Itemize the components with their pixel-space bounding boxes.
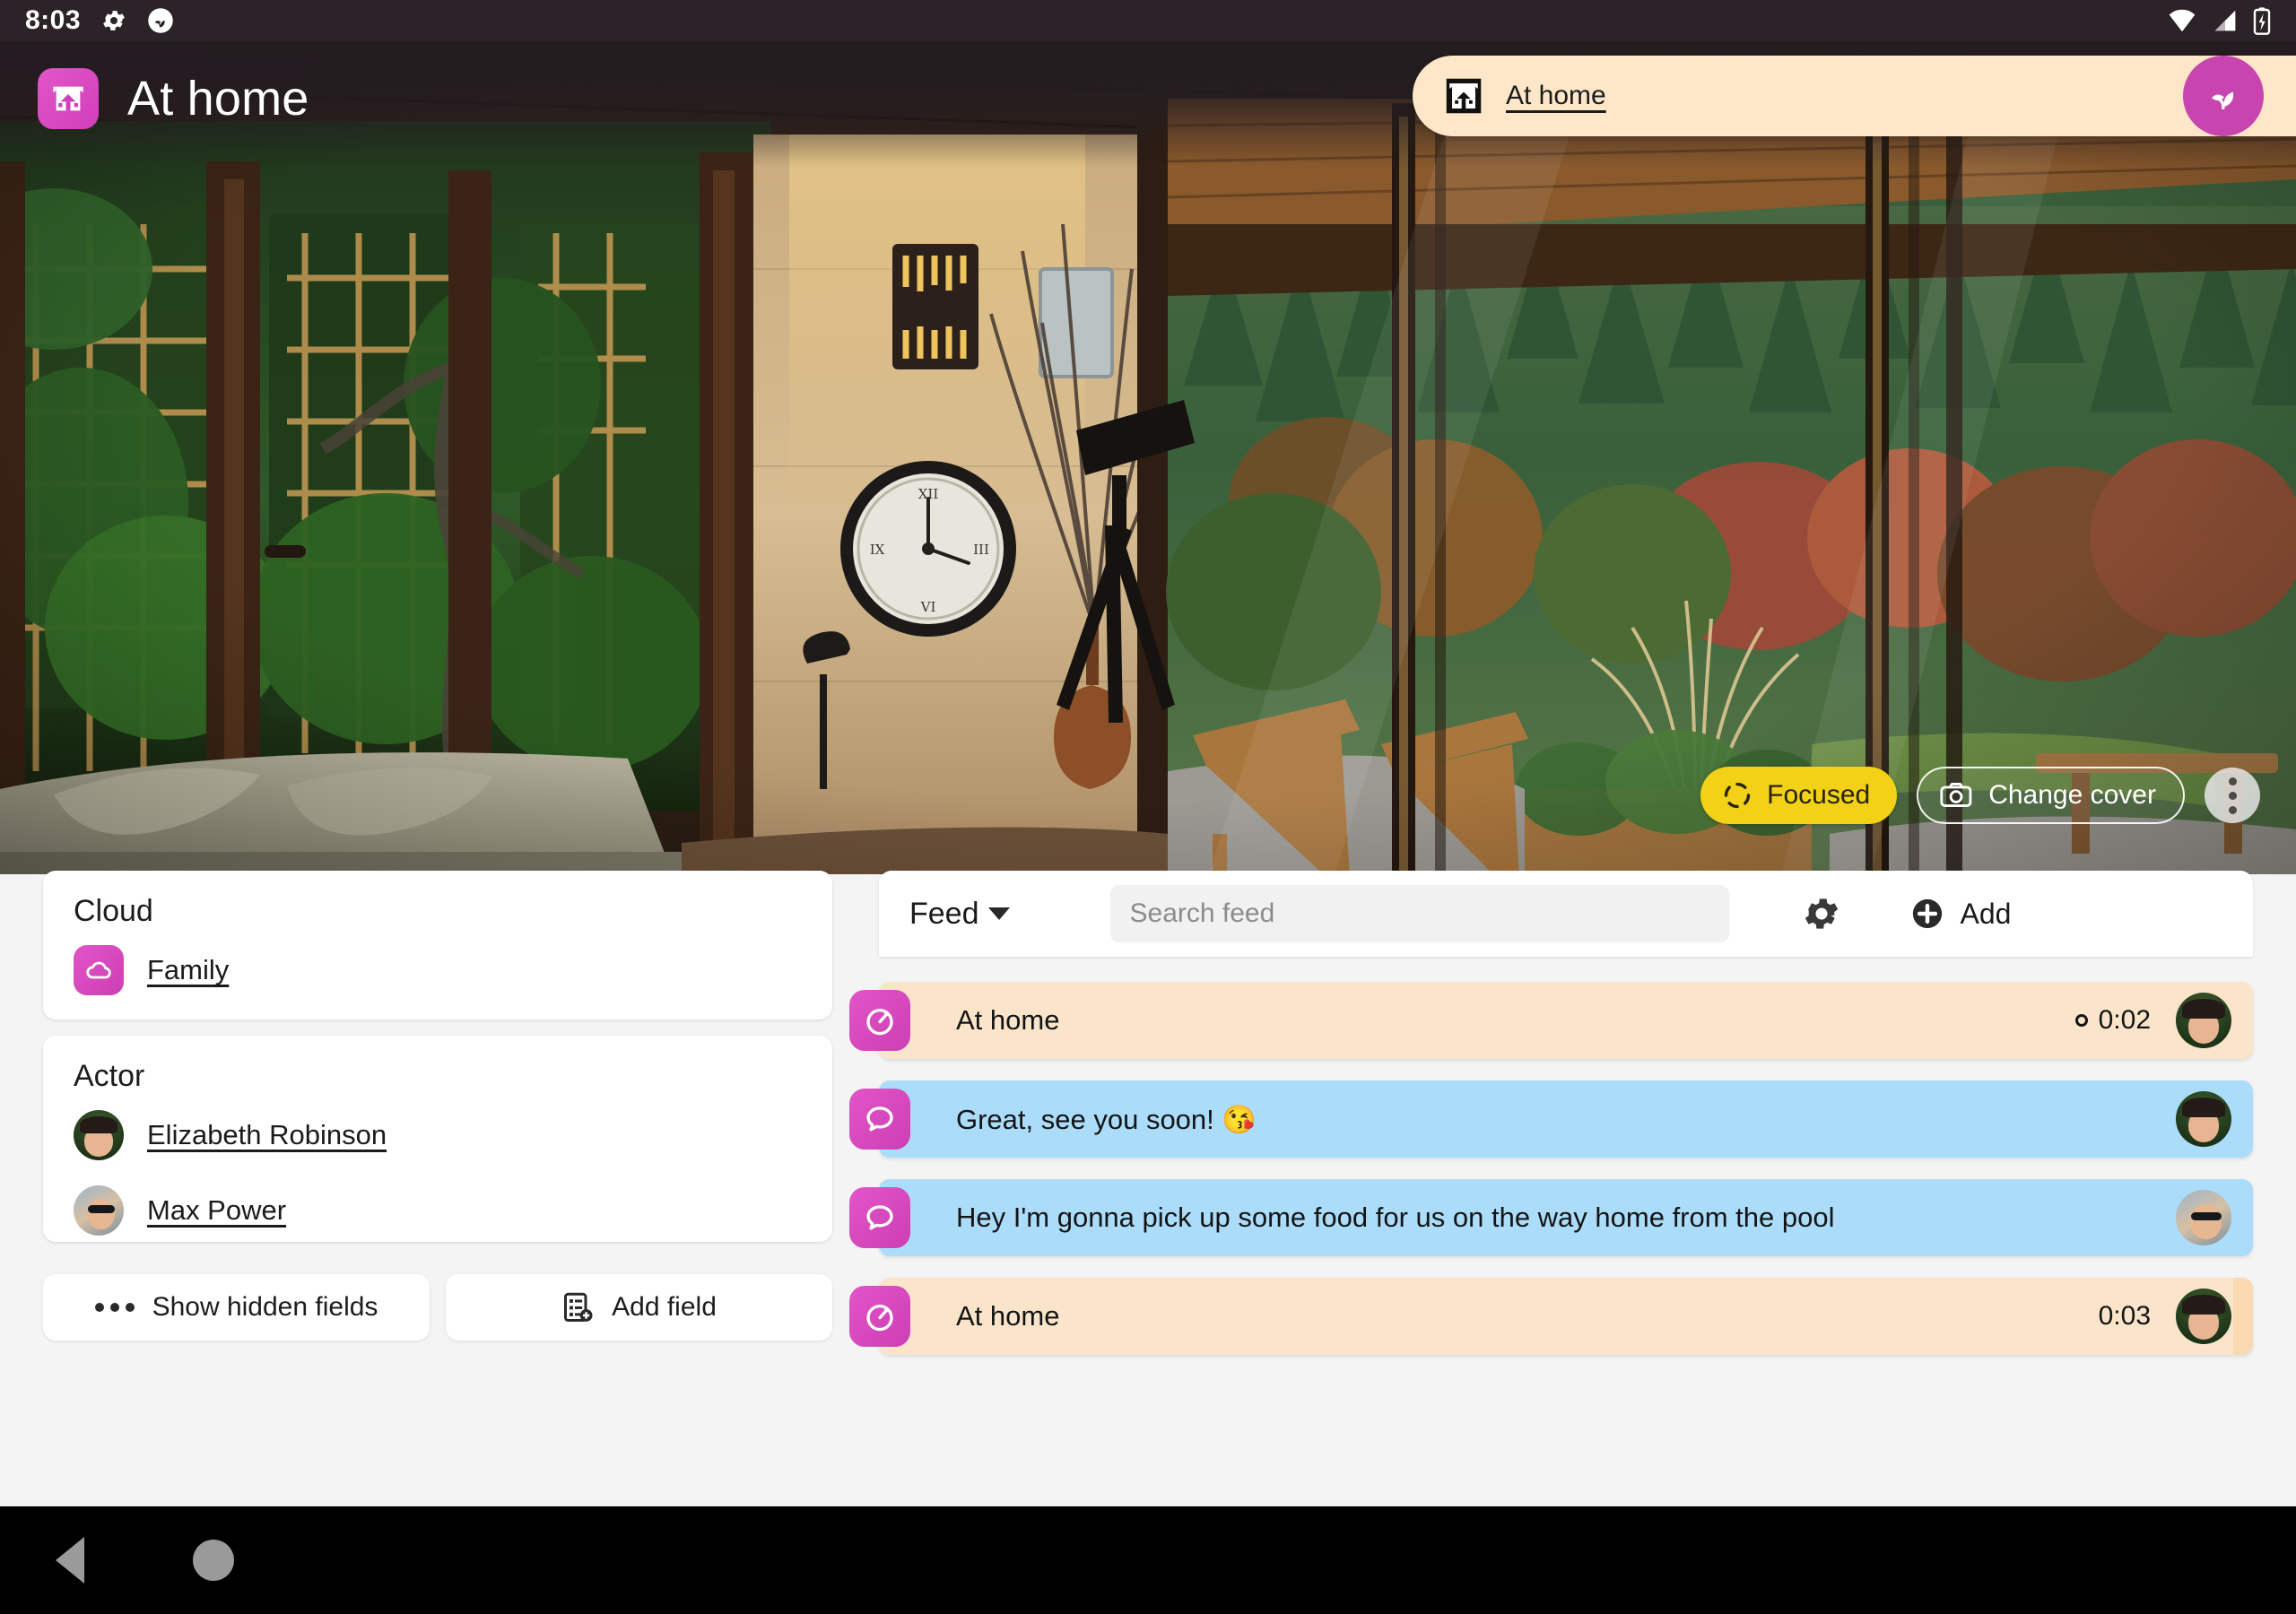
feed-view-selector[interactable]: Feed	[909, 897, 1010, 932]
feed-item-text: Hey I'm gonna pick up some food for us o…	[956, 1202, 1835, 1233]
back-triangle-icon[interactable]	[56, 1537, 84, 1584]
unread-dot-icon	[2074, 1014, 2088, 1027]
detail-panel: Cloud Family Actor Elizabeth Robinson Ma…	[43, 871, 832, 1507]
change-cover-button[interactable]: Change cover	[1917, 767, 2185, 824]
detail-panel-actions: Show hidden fields Add field	[43, 1274, 832, 1341]
feed-item-time: 0:02	[2074, 1005, 2151, 1036]
feed-item[interactable]: Hey I'm gonna pick up some food for us o…	[849, 1179, 2253, 1256]
status-badge-focused[interactable]: Focused	[1700, 767, 1898, 824]
show-hidden-fields-label: Show hidden fields	[152, 1292, 378, 1322]
chat-bubble-icon	[849, 1187, 910, 1248]
sprout-badge-icon[interactable]	[147, 7, 174, 34]
avatar-max[interactable]	[2176, 1190, 2231, 1245]
gear-icon[interactable]	[100, 7, 127, 34]
wifi-icon	[2169, 9, 2196, 32]
more-vertical-icon	[2228, 805, 2237, 814]
field-row-max[interactable]: Max Power	[43, 1173, 832, 1263]
cloud-glyph	[86, 961, 111, 979]
sprout-avatar-icon	[2212, 91, 2234, 110]
search-input[interactable]	[1109, 885, 1729, 942]
chat-bubble-glyph	[866, 1205, 893, 1230]
content-area: Cloud Family Actor Elizabeth Robinson Ma…	[0, 871, 2296, 1507]
feed-item[interactable]: Great, see you soon! 😘	[849, 1080, 2253, 1158]
avatar-elizabeth	[74, 1110, 124, 1160]
field-card-actor: Actor Elizabeth Robinson Max Power	[43, 1036, 832, 1242]
add-field-button[interactable]: Add field	[446, 1274, 832, 1341]
top-breadcrumb-bar: At home	[1413, 56, 2296, 136]
field-value-family[interactable]: Family	[147, 954, 229, 986]
status-time: 8:03	[25, 5, 82, 35]
feed-item[interactable]: At home 0:03	[849, 1278, 2253, 1355]
plus-circle-icon	[1912, 898, 1942, 929]
field-value-elizabeth[interactable]: Elizabeth Robinson	[147, 1119, 387, 1151]
feed-item-edge-accent	[2233, 1278, 2253, 1355]
cover-action-bar: Focused Change cover	[1700, 767, 2260, 824]
breadcrumb-pill[interactable]: At home	[1413, 56, 2296, 136]
feed-item-time: 0:03	[2099, 1301, 2151, 1332]
breadcrumb-link[interactable]: At home	[1506, 81, 1606, 111]
feed-item-text: At home	[956, 1004, 1060, 1036]
field-row-elizabeth[interactable]: Elizabeth Robinson	[43, 1098, 832, 1173]
chat-bubble-glyph	[866, 1106, 893, 1132]
avatar-elizabeth[interactable]	[2176, 1091, 2231, 1147]
feed-item-text: At home	[956, 1300, 1060, 1332]
status-bar: 8:03	[0, 0, 2296, 41]
stopwatch-glyph	[866, 1304, 893, 1332]
ellipsis-icon	[94, 1303, 135, 1312]
more-vertical-icon	[2228, 777, 2237, 785]
user-avatar-button[interactable]	[2183, 56, 2264, 136]
chevron-down-icon	[987, 907, 1010, 920]
focus-target-icon	[1724, 782, 1751, 809]
stopwatch-glyph	[866, 1008, 893, 1036]
add-field-label: Add field	[612, 1292, 717, 1322]
add-feed-item-button[interactable]: Add	[1910, 897, 2012, 931]
home-thumbnail-icon	[1446, 78, 1482, 114]
feed-item-text: Great, see you soon! 😘	[956, 1103, 1257, 1135]
home-circle-icon[interactable]	[193, 1540, 234, 1581]
feed-item[interactable]: At home 0:02	[849, 982, 2253, 1059]
feed-list: At home 0:02 Great, see you soon! 😘 Hey …	[849, 982, 2253, 1355]
card-title-actor: Actor	[74, 1059, 145, 1093]
add-field-icon	[564, 1292, 593, 1323]
feed-item-time-value: 0:03	[2098, 1301, 2151, 1331]
home-app-icon[interactable]	[38, 68, 99, 129]
field-row-family[interactable]: Family	[43, 933, 832, 1022]
field-card-cloud: Cloud Family	[43, 871, 832, 1020]
cloud-icon	[74, 945, 124, 995]
house-glyph	[53, 86, 83, 111]
focused-label: Focused	[1767, 780, 1871, 810]
cellular-signal-icon	[2214, 10, 2236, 31]
avatar-elizabeth[interactable]	[2176, 1289, 2231, 1344]
field-value-max[interactable]: Max Power	[147, 1194, 286, 1227]
add-label: Add	[1960, 897, 2012, 930]
feed-panel: Feed Add	[849, 871, 2253, 1507]
gear-icon	[1805, 898, 1838, 929]
feed-settings-button[interactable]	[1801, 893, 1842, 934]
avatar-max	[74, 1185, 124, 1236]
avatar-elizabeth[interactable]	[2176, 993, 2231, 1048]
card-title-cloud: Cloud	[74, 894, 153, 928]
show-hidden-fields-button[interactable]: Show hidden fields	[43, 1274, 430, 1341]
page-title: At home	[127, 72, 309, 126]
more-vertical-icon	[2228, 791, 2237, 800]
stopwatch-icon	[849, 990, 910, 1051]
stopwatch-icon	[849, 1286, 910, 1347]
change-cover-label: Change cover	[1988, 780, 2156, 810]
feed-label: Feed	[909, 896, 979, 931]
battery-charging-icon	[2253, 7, 2271, 35]
feed-item-time-value: 0:02	[2098, 1005, 2151, 1035]
camera-icon	[1940, 782, 1972, 807]
android-nav-bar	[0, 1506, 2296, 1614]
chat-bubble-icon	[849, 1089, 910, 1150]
feed-header: Feed Add	[879, 871, 2253, 957]
cover-overflow-menu-button[interactable]	[2205, 768, 2260, 823]
